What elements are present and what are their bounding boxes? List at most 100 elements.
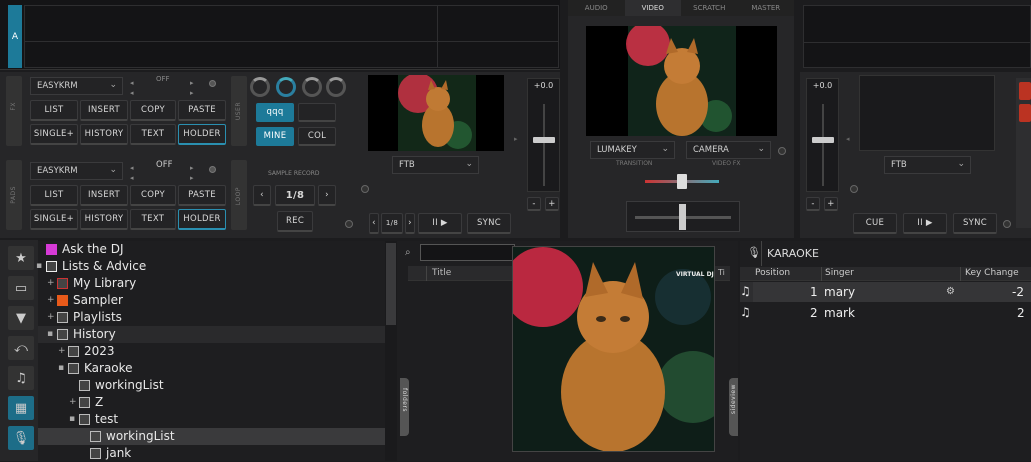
tree-item[interactable]: + Playlists bbox=[38, 309, 385, 326]
loop-next-button[interactable]: › bbox=[318, 185, 336, 206]
pad-history-2[interactable]: HISTORY bbox=[80, 209, 128, 230]
tree-scrollbar[interactable] bbox=[385, 241, 397, 461]
loop-small-value[interactable]: 1/8 bbox=[381, 213, 403, 234]
tab-scratch[interactable]: SCRATCH bbox=[681, 0, 738, 16]
expand-icon[interactable]: + bbox=[58, 346, 66, 356]
pad-paste[interactable]: PASTE bbox=[178, 100, 226, 121]
user-button-empty[interactable] bbox=[298, 103, 336, 122]
deck-a-pitch-plus[interactable]: + bbox=[545, 197, 559, 211]
sideview-tab[interactable]: sideview bbox=[729, 378, 738, 436]
deck-b-sync-button[interactable]: SYNC bbox=[953, 213, 997, 234]
knob-3[interactable] bbox=[302, 77, 322, 97]
search-icon[interactable]: ⌕ bbox=[405, 247, 411, 258]
arrow-left-icon[interactable]: ◂ bbox=[130, 174, 134, 182]
pad-copy-2[interactable]: COPY bbox=[130, 185, 176, 206]
tree-item[interactable]: workingList bbox=[38, 377, 385, 394]
pad-text[interactable]: TEXT bbox=[130, 124, 176, 145]
pad-holder[interactable]: HOLDER bbox=[178, 124, 226, 145]
filter-icon[interactable]: ▼ bbox=[8, 306, 34, 330]
collapse-icon[interactable]: ▪ bbox=[69, 414, 75, 424]
tab-master[interactable]: MASTER bbox=[738, 0, 795, 16]
deck-a-dot[interactable] bbox=[361, 185, 369, 193]
deck-a-play-button[interactable]: II ▶ bbox=[418, 213, 462, 234]
sampler-icon[interactable]: ▦ bbox=[8, 396, 34, 420]
floating-video-window[interactable]: VIRTUAL DJ bbox=[512, 246, 715, 452]
pad-paste-2[interactable]: PASTE bbox=[178, 185, 226, 206]
deck-b-waveform[interactable] bbox=[803, 5, 1031, 68]
knob-2[interactable] bbox=[276, 77, 296, 97]
expand-icon[interactable]: + bbox=[47, 295, 55, 305]
user-button-col[interactable]: COL bbox=[298, 127, 336, 146]
arrow-right-icon[interactable]: ▸ bbox=[190, 89, 194, 97]
deck-b-dot[interactable] bbox=[850, 185, 858, 193]
deck-a-waveform[interactable]: A bbox=[0, 0, 560, 70]
collapse-icon[interactable]: ▪ bbox=[58, 363, 64, 373]
gear-icon[interactable]: ⚙ bbox=[946, 286, 955, 297]
drive-icon[interactable]: ▭ bbox=[8, 276, 34, 300]
pad-insert-2[interactable]: INSERT bbox=[80, 185, 128, 206]
music-note-icon[interactable]: ♫ bbox=[8, 366, 34, 390]
rec-button[interactable]: REC bbox=[277, 211, 313, 232]
pad-copy[interactable]: COPY bbox=[130, 100, 176, 121]
deck-b-dot-2[interactable] bbox=[1003, 220, 1011, 228]
collapse-icon[interactable]: ▪ bbox=[36, 261, 42, 271]
audio-crossfader-handle[interactable] bbox=[679, 204, 686, 230]
expand-icon[interactable]: + bbox=[47, 278, 55, 288]
pad-text-2[interactable]: TEXT bbox=[130, 209, 176, 230]
arrow-right-icon[interactable]: ▸ bbox=[190, 79, 194, 87]
search-input[interactable] bbox=[420, 244, 515, 261]
tree-item[interactable]: + Z bbox=[38, 394, 385, 411]
loop-value[interactable]: 1/8 bbox=[275, 185, 315, 206]
expand-icon[interactable]: + bbox=[69, 397, 77, 407]
column-singer[interactable]: Singer bbox=[825, 268, 854, 278]
effect-select-2[interactable]: EASYKRM ⌄ bbox=[30, 162, 123, 180]
microphone-icon[interactable]: 🎙 bbox=[8, 426, 34, 450]
arrow-left-icon[interactable]: ◂ bbox=[130, 89, 134, 97]
effect-led-2[interactable] bbox=[209, 166, 216, 173]
deck-b-pitch-slider[interactable] bbox=[812, 137, 834, 143]
user-button-mine[interactable]: MINE bbox=[256, 127, 294, 146]
pad-history[interactable]: HISTORY bbox=[80, 124, 128, 145]
tab-audio[interactable]: AUDIO bbox=[568, 0, 625, 16]
loop-prev-button[interactable]: ‹ bbox=[253, 185, 271, 206]
mixer-dot[interactable] bbox=[778, 147, 786, 155]
user-button-qqq[interactable]: qqq bbox=[256, 103, 294, 122]
column-title[interactable]: Title bbox=[432, 268, 451, 278]
column-key-change[interactable]: Key Change bbox=[965, 268, 1019, 278]
tree-item[interactable]: workingList bbox=[38, 428, 385, 445]
effect-select[interactable]: EASYKRM ⌄ bbox=[30, 77, 123, 95]
back-icon[interactable]: ⤺ bbox=[8, 336, 34, 360]
table-row[interactable]: ♫ 2 mark 2 bbox=[740, 303, 1031, 323]
tree-item[interactable]: jank bbox=[38, 445, 385, 462]
arrow-left-icon[interactable]: ◂ bbox=[846, 135, 850, 143]
video-crossfader-handle[interactable] bbox=[677, 174, 687, 189]
deck-b-play-button[interactable]: II ▶ bbox=[903, 213, 947, 234]
table-row[interactable]: ♫ 1 mary ⚙ -2 bbox=[740, 282, 1031, 302]
arrow-right-icon[interactable]: ▸ bbox=[514, 135, 518, 143]
folders-tab[interactable]: folders bbox=[400, 378, 409, 436]
pad-holder-2[interactable]: HOLDER bbox=[178, 209, 226, 230]
tree-item[interactable]: ▪ Lists & Advice bbox=[36, 258, 385, 275]
column-position[interactable]: Position bbox=[755, 268, 790, 278]
tree-item[interactable]: ▪ History bbox=[38, 326, 385, 343]
tree-item[interactable]: ▪ test bbox=[38, 411, 385, 428]
videofx-select[interactable]: CAMERA ⌄ bbox=[686, 141, 771, 159]
star-icon[interactable]: ★ bbox=[8, 246, 34, 270]
tree-item[interactable]: ▪ Karaoke bbox=[38, 360, 385, 377]
deck-b-video-select[interactable]: FTB ⌄ bbox=[884, 156, 971, 174]
deck-a-pitch-slider[interactable] bbox=[533, 137, 555, 143]
deck-a-label[interactable]: A bbox=[8, 5, 22, 68]
deck-a-video-select[interactable]: FTB ⌄ bbox=[392, 156, 479, 174]
arrow-left-icon[interactable]: ◂ bbox=[130, 164, 134, 172]
knob-4[interactable] bbox=[326, 77, 346, 97]
tree-item[interactable]: Ask the DJ bbox=[38, 241, 385, 258]
arrow-right-icon[interactable]: ▸ bbox=[190, 164, 194, 172]
effect-led[interactable] bbox=[209, 80, 216, 87]
tree-item[interactable]: + My Library bbox=[38, 275, 385, 292]
deck-a-sync-button[interactable]: SYNC bbox=[467, 213, 511, 234]
pad-list[interactable]: LIST bbox=[30, 100, 78, 121]
tree-item[interactable]: + Sampler bbox=[38, 292, 385, 309]
arrow-left-icon[interactable]: ◂ bbox=[130, 79, 134, 87]
pad-single-2[interactable]: SINGLE+ bbox=[30, 209, 78, 230]
expand-icon[interactable]: + bbox=[47, 312, 55, 322]
